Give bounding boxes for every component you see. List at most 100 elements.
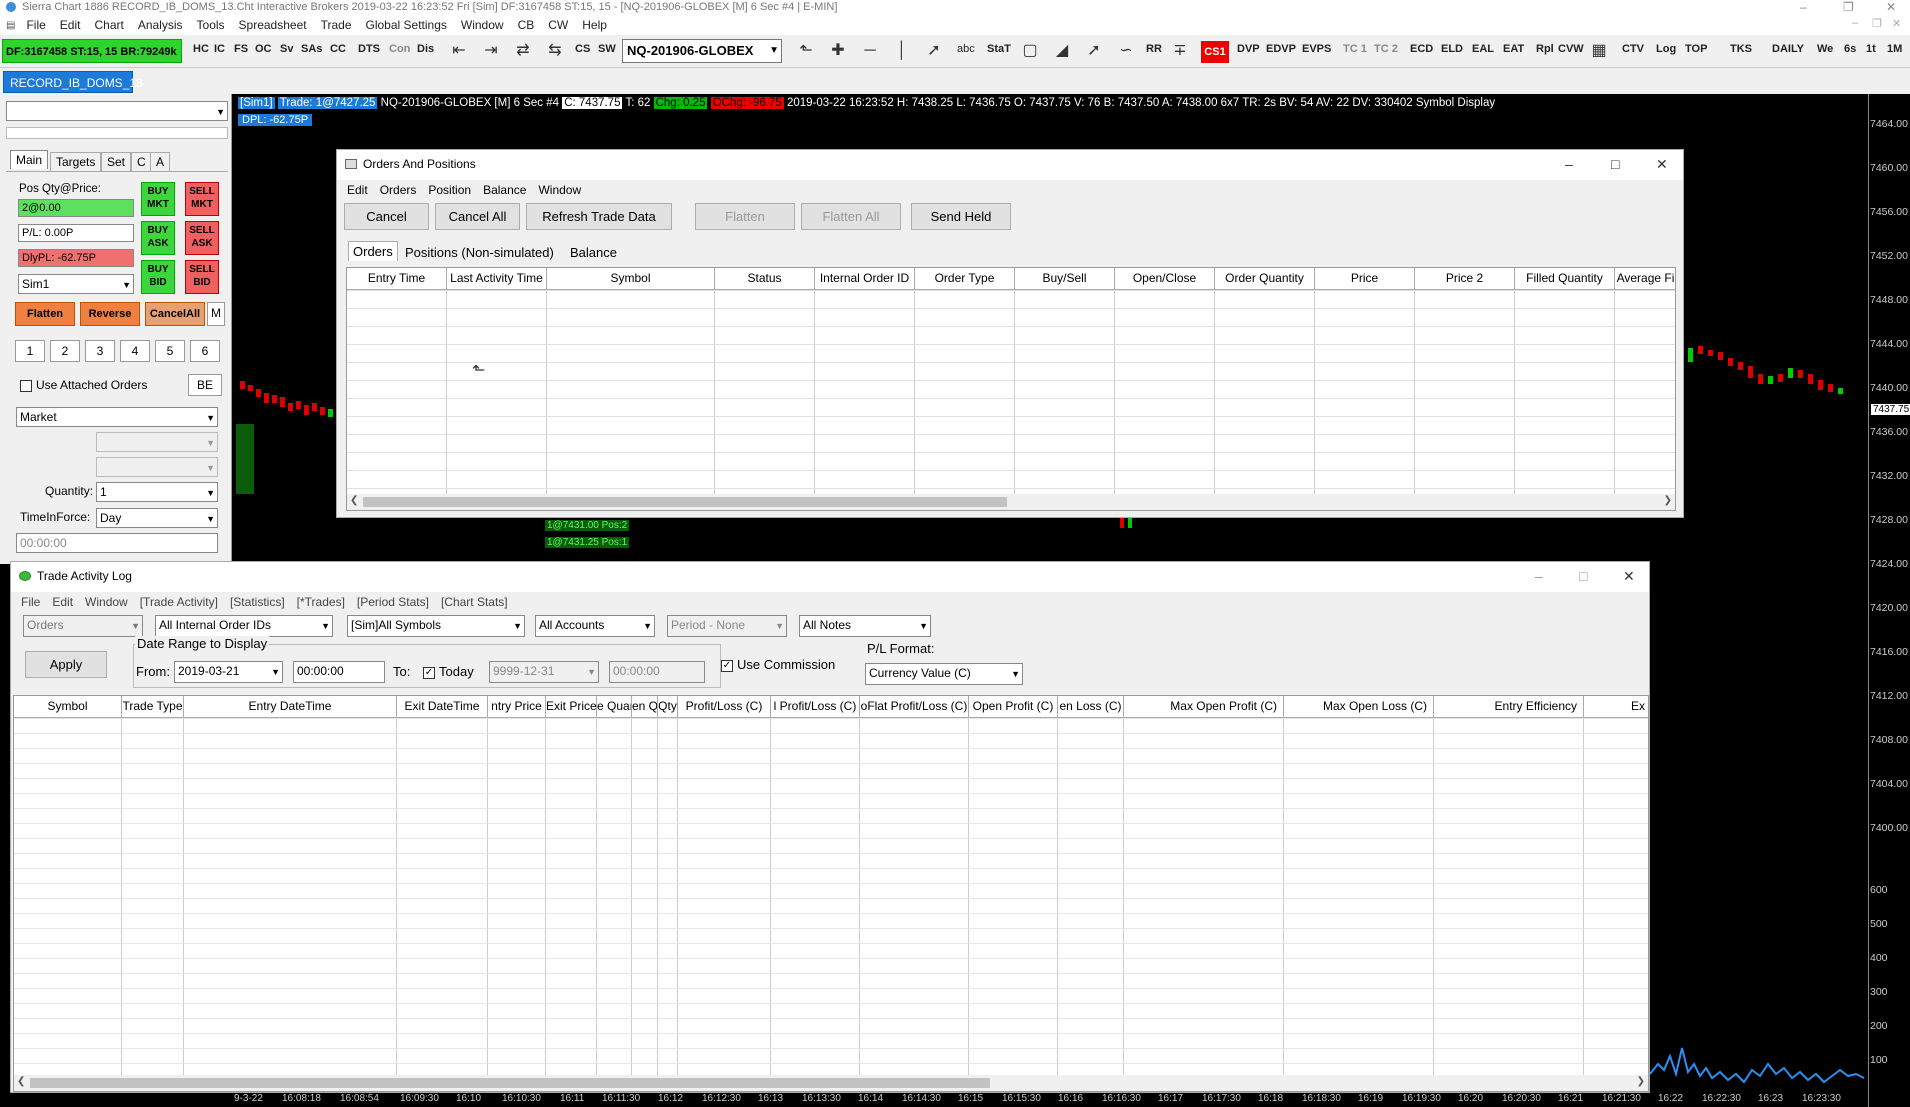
tab-positions[interactable]: Positions (Non-simulated) <box>401 243 558 262</box>
chart-tab[interactable]: RECORD_IB_DOMS_13 <box>3 71 143 93</box>
col-open-close[interactable]: Open/Close <box>1115 268 1215 289</box>
toolbar-rr-button[interactable]: RR <box>1146 43 1162 55</box>
quantity-6-button[interactable]: 6 <box>190 340 220 362</box>
menu-cw[interactable]: CW <box>541 18 575 32</box>
restore-icon[interactable]: ❐ <box>1843 0 1854 14</box>
zoom-out-icon[interactable]: ⇥ <box>482 42 500 60</box>
tab-orders[interactable]: Orders <box>348 241 398 261</box>
menu-trade[interactable]: Trade <box>314 18 359 32</box>
menu-cb[interactable]: CB <box>511 18 542 32</box>
toolbar-stat-button[interactable]: StaT <box>987 43 1011 55</box>
toolbar-ctv-button[interactable]: CTV <box>1622 43 1644 55</box>
toolbar-tc1-button[interactable]: TC 1 <box>1343 43 1367 55</box>
activity-menu-window[interactable]: Window <box>79 595 134 609</box>
col-entry-datetime[interactable]: Entry DateTime <box>184 696 397 717</box>
time-in-force-dropdown[interactable]: Day ▼ <box>96 508 218 528</box>
toolbar-sw-button[interactable]: SW <box>598 43 616 55</box>
col-open-qty[interactable]: en Qty <box>632 696 658 717</box>
symbols-dropdown[interactable]: [Sim]All Symbols ▼ <box>347 615 525 637</box>
from-date-picker[interactable]: 2019-03-21 ▼ <box>174 661 283 683</box>
menu-global-settings[interactable]: Global Settings <box>359 18 454 32</box>
account-dropdown[interactable]: Sim1 ▼ <box>18 274 134 294</box>
col-qty[interactable]: Qty <box>658 696 678 717</box>
toolbar-eal-button[interactable]: EAL <box>1472 43 1494 55</box>
menu-chart[interactable]: Chart <box>87 18 130 32</box>
toolbar-top-button[interactable]: TOP <box>1685 43 1707 55</box>
line-icon[interactable]: ➚ <box>1085 42 1103 60</box>
rectangle-icon[interactable]: ▢ <box>1021 42 1039 60</box>
price-2-field[interactable]: ▼ <box>96 457 218 477</box>
flatten-position-button[interactable]: Flatten <box>695 203 795 230</box>
accounts-dropdown[interactable]: All Accounts ▼ <box>535 615 655 637</box>
activity-menu-file[interactable]: File <box>15 595 46 609</box>
orders-menu-balance[interactable]: Balance <box>477 183 532 197</box>
col-symbol[interactable]: Symbol <box>547 268 715 289</box>
toolbar-eat-button[interactable]: EAT <box>1503 43 1524 55</box>
col-buy-sell[interactable]: Buy/Sell <box>1015 268 1115 289</box>
minimize-icon[interactable]: – <box>1565 150 1573 178</box>
tab-c[interactable]: C <box>131 152 152 171</box>
notes-dropdown[interactable]: All Notes ▼ <box>799 615 931 637</box>
toolbar-evps-button[interactable]: EVPS <box>1302 43 1331 55</box>
pl-format-dropdown[interactable]: Currency Value (C) ▼ <box>865 663 1023 685</box>
toolbar-eld-button[interactable]: ELD <box>1441 43 1463 55</box>
price-1-field[interactable]: ▼ <box>96 432 218 452</box>
menu-edit[interactable]: Edit <box>53 18 88 32</box>
toolbar-sv-button[interactable]: Sv <box>280 43 293 55</box>
toolbar-daily-button[interactable]: DAILY <box>1772 43 1804 55</box>
buy-bid-button[interactable]: BUY BID <box>141 260 175 294</box>
trade-activity-table[interactable]: Symbol Trade Type Entry DateTime Exit Da… <box>13 695 1649 1092</box>
cancel-order-button[interactable]: Cancel <box>344 203 429 230</box>
scroll-left-arrow-icon[interactable]: ❮ <box>350 495 358 506</box>
toolbar-edvp-button[interactable]: EDVP <box>1266 43 1296 55</box>
to-date-picker[interactable]: 9999-12-31 ▼ <box>489 661 599 683</box>
tab-a[interactable]: A <box>150 152 171 171</box>
internal-order-ids-dropdown[interactable]: All Internal Order IDs ▼ <box>155 615 333 637</box>
toolbar-cs1-button[interactable]: CS1 <box>1201 41 1229 63</box>
col-symbol[interactable]: Symbol <box>14 696 122 717</box>
crosshair-icon[interactable]: ✚ <box>829 42 847 60</box>
col-filled-quantity[interactable]: Filled Quantity <box>1515 268 1615 289</box>
breakeven-button[interactable]: BE <box>188 374 222 396</box>
minimize-icon[interactable]: – <box>1535 562 1543 590</box>
toolbar-cs-button[interactable]: CS <box>575 43 590 55</box>
col-price[interactable]: Price <box>1315 268 1415 289</box>
col-exit-datetime[interactable]: Exit DateTime <box>397 696 488 717</box>
scroll-right-arrow-icon[interactable]: ❯ <box>1637 1076 1645 1087</box>
toolbar-ic-button[interactable]: IC <box>214 43 225 55</box>
m-button[interactable]: M <box>207 302 225 326</box>
tab-balance[interactable]: Balance <box>566 243 621 262</box>
quantity-5-button[interactable]: 5 <box>155 340 185 362</box>
minimize-icon[interactable]: – <box>1800 0 1807 14</box>
orders-menu-orders[interactable]: Orders <box>374 183 423 197</box>
from-time-input[interactable]: 00:00:00 <box>293 661 385 683</box>
toolbar-ecd-button[interactable]: ECD <box>1410 43 1433 55</box>
buy-market-button[interactable]: BUY MKT <box>141 182 175 216</box>
menu-file[interactable]: File <box>19 18 52 32</box>
toolbar-6s-button[interactable]: 6s <box>1844 43 1856 55</box>
activity-menu-statistics[interactable]: [Statistics] <box>224 595 291 609</box>
col-average-fill[interactable]: Average Fi <box>1615 268 1675 289</box>
pitchfork-icon[interactable]: ∓ <box>1171 42 1189 60</box>
orders-menu-position[interactable]: Position <box>422 183 477 197</box>
maximize-icon[interactable]: □ <box>1611 150 1619 178</box>
fibonacci-icon[interactable]: ◢ <box>1053 42 1071 60</box>
activity-horizontal-scrollbar[interactable]: ❮ ❯ <box>14 1075 1648 1091</box>
scroll-left-arrow-icon[interactable]: ❮ <box>17 1076 25 1087</box>
flatten-button[interactable]: Flatten <box>15 302 75 326</box>
refresh-trade-data-button[interactable]: Refresh Trade Data <box>526 203 672 230</box>
col-trade-type[interactable]: Trade Type <box>122 696 184 717</box>
col-profit-loss[interactable]: Profit/Loss (C) <box>678 696 771 717</box>
menu-spreadsheet[interactable]: Spreadsheet <box>232 18 314 32</box>
activity-menu-edit[interactable]: Edit <box>46 595 79 609</box>
col-max-open-profit[interactable]: Max Open Profit (C) <box>1124 696 1284 717</box>
activity-menu-period-stats[interactable]: [Period Stats] <box>351 595 435 609</box>
col-max-open-loss[interactable]: Max Open Loss (C) <box>1284 696 1434 717</box>
quantity-4-button[interactable]: 4 <box>120 340 150 362</box>
scroll-right-arrow-icon[interactable]: ❯ <box>1664 495 1672 506</box>
col-last-activity-time[interactable]: Last Activity Time <box>447 268 547 289</box>
sell-bid-button[interactable]: SELL BID <box>185 260 219 294</box>
close-icon[interactable]: ✕ <box>1886 0 1896 14</box>
close-icon[interactable]: ✕ <box>1623 562 1635 590</box>
col-entry-price[interactable]: ntry Price <box>488 696 546 717</box>
